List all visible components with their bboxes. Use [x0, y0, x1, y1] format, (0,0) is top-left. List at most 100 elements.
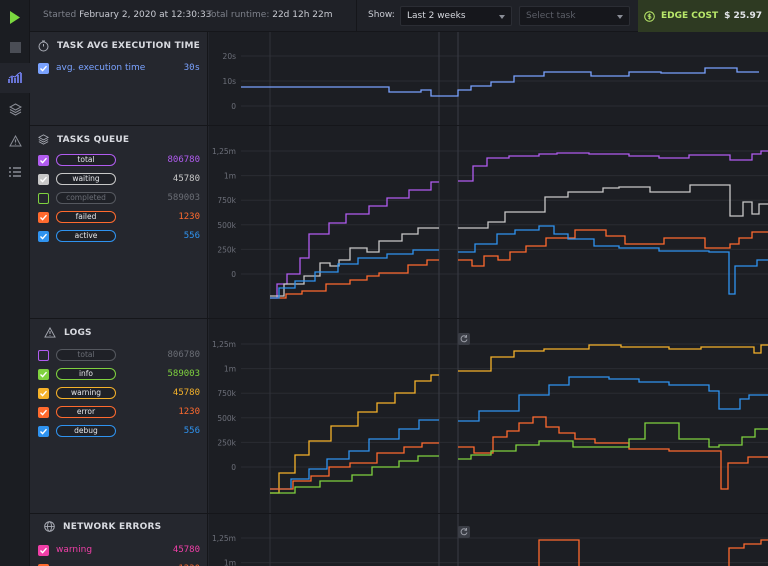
chart-network-svg: 1,25m 1m — [212, 514, 768, 566]
list-icon[interactable] — [0, 157, 30, 187]
legend-row-warning[interactable]: warning 45780 — [38, 387, 200, 401]
legend-row-info[interactable]: info 589003 — [38, 368, 200, 382]
legend-row-total[interactable]: total 806780 — [38, 154, 200, 168]
chart-logs: 1,25m 1m 750k 500k 250k 0 — [209, 319, 768, 513]
y-tick-label: 1m — [224, 172, 236, 181]
panel-title: LOGS — [44, 327, 92, 338]
series-value: 806780 — [167, 155, 200, 165]
task-placeholder: Select task — [526, 11, 576, 21]
started-info: Started February 2, 2020 at 12:30:33 — [43, 10, 211, 20]
panel-network-errors: NETWORK ERRORS warning457801230 1,25m1m — [30, 514, 768, 566]
chart-icon[interactable] — [0, 63, 30, 93]
edge-cost-label: EDGE COST — [660, 11, 719, 21]
stop-icon[interactable] — [0, 32, 30, 62]
legend-row-total[interactable]: total 806780 — [38, 349, 200, 363]
panel-logs: LOGS total 806780 info 589003 warning 45780 er… — [30, 319, 768, 514]
task-select[interactable]: Select task — [519, 6, 630, 26]
series-label: warning — [56, 387, 116, 399]
play-icon[interactable] — [0, 2, 30, 32]
panel-title: NETWORK ERRORS — [44, 521, 161, 532]
y-tick-label: 20s — [223, 52, 237, 61]
y-tick-label: 0 — [231, 270, 236, 279]
legend-row-debug[interactable]: debug 556 — [38, 425, 200, 439]
y-tick-label: 0 — [231, 463, 236, 472]
panel-title: TASKS QUEUE — [38, 134, 129, 145]
legend-network: NETWORK ERRORS warning457801230 — [30, 514, 208, 566]
chevron-down-icon — [499, 15, 505, 19]
series-value: 1230 — [178, 212, 200, 222]
y-tick-label: 0 — [231, 102, 236, 111]
series-label: warning — [56, 545, 93, 555]
series-checkbox[interactable] — [38, 174, 49, 185]
series-checkbox[interactable] — [38, 63, 49, 74]
series-checkbox[interactable] — [38, 231, 49, 242]
series-checkbox[interactable] — [38, 212, 49, 223]
y-tick-label: 1,25m — [212, 147, 236, 156]
legend-row-waiting[interactable]: waiting 45780 — [38, 173, 200, 187]
layers-icon[interactable] — [0, 94, 30, 124]
show-label: Show: — [368, 10, 395, 20]
series-label: info — [56, 368, 116, 380]
panel-title-text: NETWORK ERRORS — [63, 521, 162, 532]
series-value: 556 — [183, 231, 200, 241]
series-waiting-line — [458, 184, 768, 229]
y-tick-label: 750k — [217, 389, 236, 398]
series-net-error-line — [538, 539, 580, 566]
series-warning-line — [458, 344, 768, 372]
series-checkbox[interactable] — [38, 407, 49, 418]
series-checkbox[interactable] — [38, 369, 49, 380]
series-value: 45780 — [172, 388, 200, 398]
legend-row-warning[interactable]: warning 45780 — [38, 544, 200, 558]
refresh-icon[interactable] — [458, 526, 470, 538]
y-tick-label: 750k — [217, 196, 236, 205]
legend-row-active[interactable]: active 556 — [38, 230, 200, 244]
y-tick-label: 1,25m — [212, 340, 236, 349]
series-checkbox[interactable] — [38, 426, 49, 437]
chart-network: 1,25m 1m — [209, 514, 768, 566]
series-error-line — [458, 416, 768, 490]
timer-icon — [38, 40, 49, 52]
chart-logs-svg: 1,25m 1m 750k 500k 250k 0 — [212, 319, 768, 513]
series-checkbox[interactable] — [38, 388, 49, 399]
legend-row-avg. execution time[interactable]: avg. execution time 30s — [38, 62, 200, 76]
divider — [356, 0, 357, 32]
chart-avg: 20s 10s 0 — [209, 32, 768, 125]
y-tick-label: 1m — [224, 365, 236, 374]
series-net-error-line — [728, 539, 768, 566]
series-checkbox[interactable] — [38, 193, 49, 204]
legend-logs: LOGS total 806780 info 589003 warning 45780 er… — [30, 319, 208, 513]
edge-cost-value: $ 25.97 — [724, 11, 763, 21]
range-value: Last 2 weeks — [407, 11, 466, 21]
series-label: failed — [56, 211, 116, 223]
legend-row-error[interactable]: error 1230 — [38, 406, 200, 420]
series-label: active — [56, 230, 116, 242]
started-prefix: Started — [43, 10, 77, 20]
legend-row-completed[interactable]: completed 589003 — [38, 192, 200, 206]
series-label: total — [56, 349, 116, 361]
series-failed-line — [458, 229, 768, 267]
warning-icon[interactable] — [0, 126, 30, 156]
panel-title: TASK AVG EXECUTION TIME — [38, 40, 200, 52]
y-tick-label: 1m — [224, 559, 236, 566]
series-value: 1230 — [178, 407, 200, 417]
series-value: 556 — [183, 426, 200, 436]
series-value: 30s — [183, 63, 200, 73]
series-label: completed — [56, 192, 116, 204]
series-failed-line — [270, 259, 439, 299]
runtime-value: 22d 12h 22m — [272, 10, 333, 20]
series-label: total — [56, 154, 116, 166]
y-tick-label: 250k — [217, 245, 236, 254]
y-tick-label: 250k — [217, 438, 236, 447]
refresh-icon[interactable] — [458, 333, 470, 345]
series-label: debug — [56, 425, 116, 437]
legend-row-failed[interactable]: failed 1230 — [38, 211, 200, 225]
panel-title-text: TASKS QUEUE — [57, 134, 130, 145]
warning-icon — [44, 327, 56, 338]
edge-cost-badge[interactable]: EDGE COST $ 25.97 — [638, 0, 768, 32]
series-checkbox[interactable] — [38, 545, 49, 556]
globe-icon — [44, 521, 55, 532]
range-select[interactable]: Last 2 weeks — [400, 6, 512, 26]
series-checkbox[interactable] — [38, 155, 49, 166]
series-checkbox[interactable] — [38, 350, 49, 361]
coin-icon — [644, 10, 655, 22]
